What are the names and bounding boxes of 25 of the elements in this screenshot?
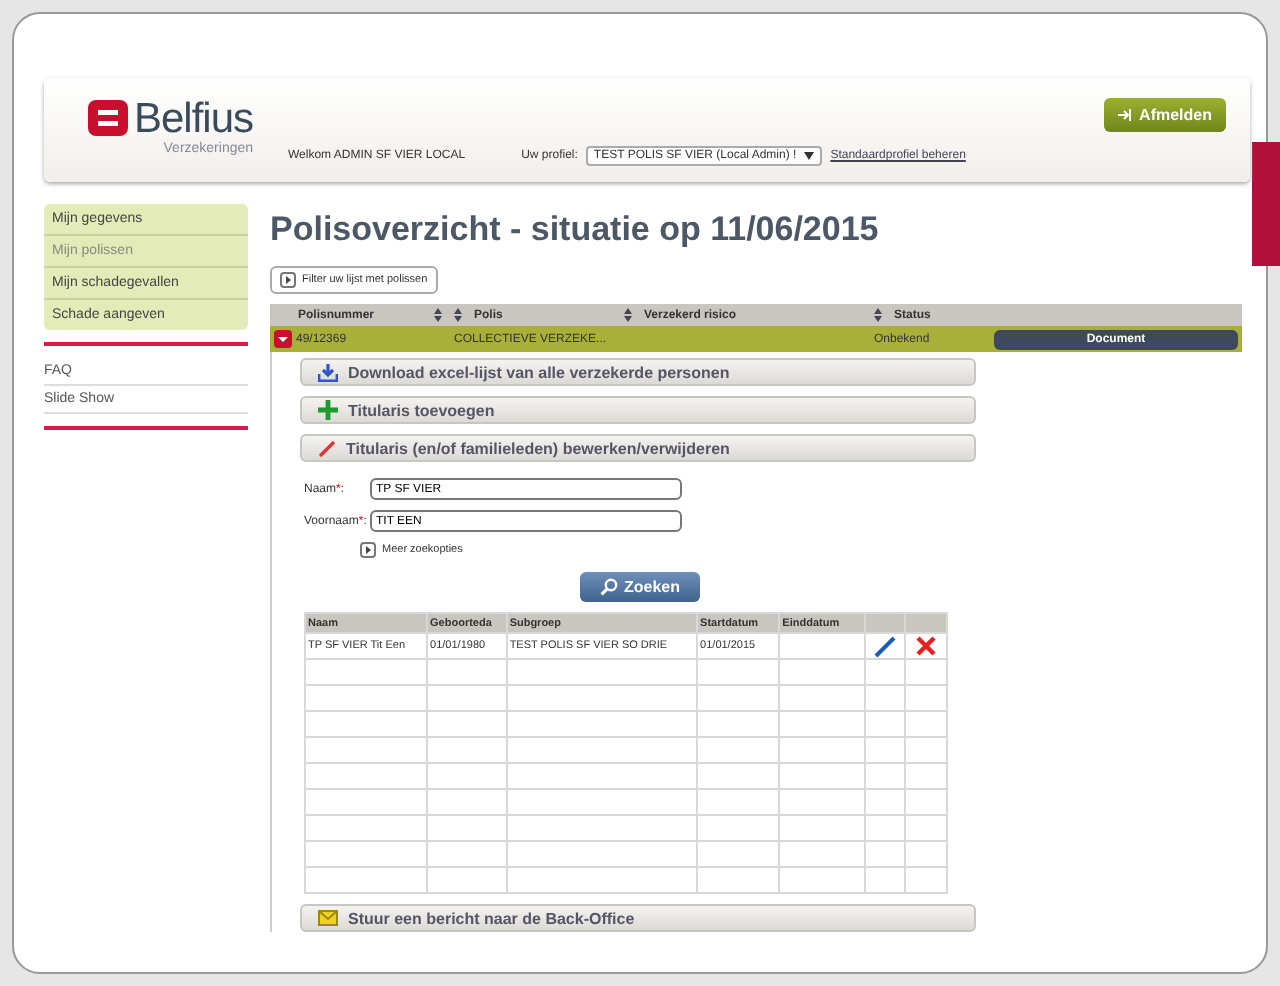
pencil-icon [318,439,336,457]
play-icon [360,542,376,558]
search-button[interactable]: Zoeken [580,572,701,602]
accordion-header[interactable]: Stuur een bericht naar de Back-Office [300,904,976,932]
accordion-header[interactable]: Titularis (en/of familieleden) bewerken/verwijderen [300,434,976,462]
accordion-header[interactable]: Titularis toevoegen [300,396,976,424]
plus-icon [318,400,338,420]
logo-icon [88,100,128,136]
logout-icon [1117,108,1134,122]
sort-icon[interactable] [434,308,442,322]
sort-icon[interactable] [454,308,462,322]
sort-icon[interactable] [624,308,632,322]
delete-icon[interactable] [916,636,937,656]
page-title: Polisoverzicht - situatie op 11/06/2015 [270,210,881,250]
accordion-header[interactable]: Download excel-lijst van alle verzekerde personen [300,358,976,386]
pencil-icon[interactable] [874,635,897,657]
brand-name: Belfius [134,100,254,140]
caret-icon [804,152,815,160]
collapse-icon[interactable] [274,330,292,348]
download-icon [318,363,338,381]
play-icon [280,272,296,288]
accent-bar [1252,142,1280,266]
search-icon [600,578,618,596]
envelope-icon [318,910,338,926]
sort-icon[interactable] [874,308,882,322]
